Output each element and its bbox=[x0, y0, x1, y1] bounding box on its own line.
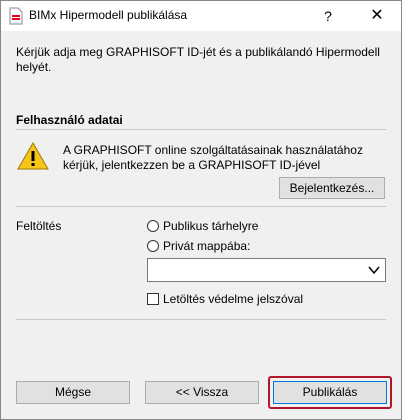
section-divider bbox=[16, 129, 386, 130]
chevron-down-icon bbox=[367, 263, 381, 277]
title-bar: BIMx Hipermodell publikálása ? ✕ bbox=[1, 1, 401, 31]
dialog-window: BIMx Hipermodell publikálása ? ✕ Kérjük … bbox=[0, 0, 402, 420]
private-folder-radio[interactable] bbox=[147, 240, 159, 252]
password-protect-checkbox[interactable] bbox=[147, 293, 159, 305]
folder-select[interactable] bbox=[147, 258, 386, 282]
section-divider bbox=[16, 206, 386, 207]
section-divider bbox=[16, 319, 386, 320]
private-folder-label[interactable]: Privát mappába: bbox=[163, 239, 250, 253]
public-storage-label[interactable]: Publikus tárhelyre bbox=[163, 219, 258, 233]
help-icon[interactable]: ? bbox=[317, 5, 339, 27]
upload-label: Feltöltés bbox=[16, 219, 62, 233]
bimx-app-icon bbox=[8, 7, 24, 25]
public-storage-radio[interactable] bbox=[147, 220, 159, 232]
password-protect-label[interactable]: Letöltés védelme jelszóval bbox=[163, 292, 303, 306]
intro-text: Kérjük adja meg GRAPHISOFT ID-jét és a p… bbox=[16, 45, 380, 74]
user-section-title: Felhasználó adatai bbox=[16, 113, 123, 127]
publish-button[interactable]: Publikálás bbox=[273, 381, 387, 404]
login-warning-text: A GRAPHISOFT online szolgáltatásainak ha… bbox=[63, 143, 363, 172]
back-button[interactable]: << Vissza bbox=[145, 381, 259, 404]
close-icon[interactable]: ✕ bbox=[365, 5, 389, 27]
warning-icon bbox=[17, 141, 49, 170]
login-button[interactable]: Bejelentkezés... bbox=[279, 177, 385, 199]
cancel-button[interactable]: Mégse bbox=[16, 381, 130, 404]
window-title: BIMx Hipermodell publikálása bbox=[29, 8, 188, 22]
